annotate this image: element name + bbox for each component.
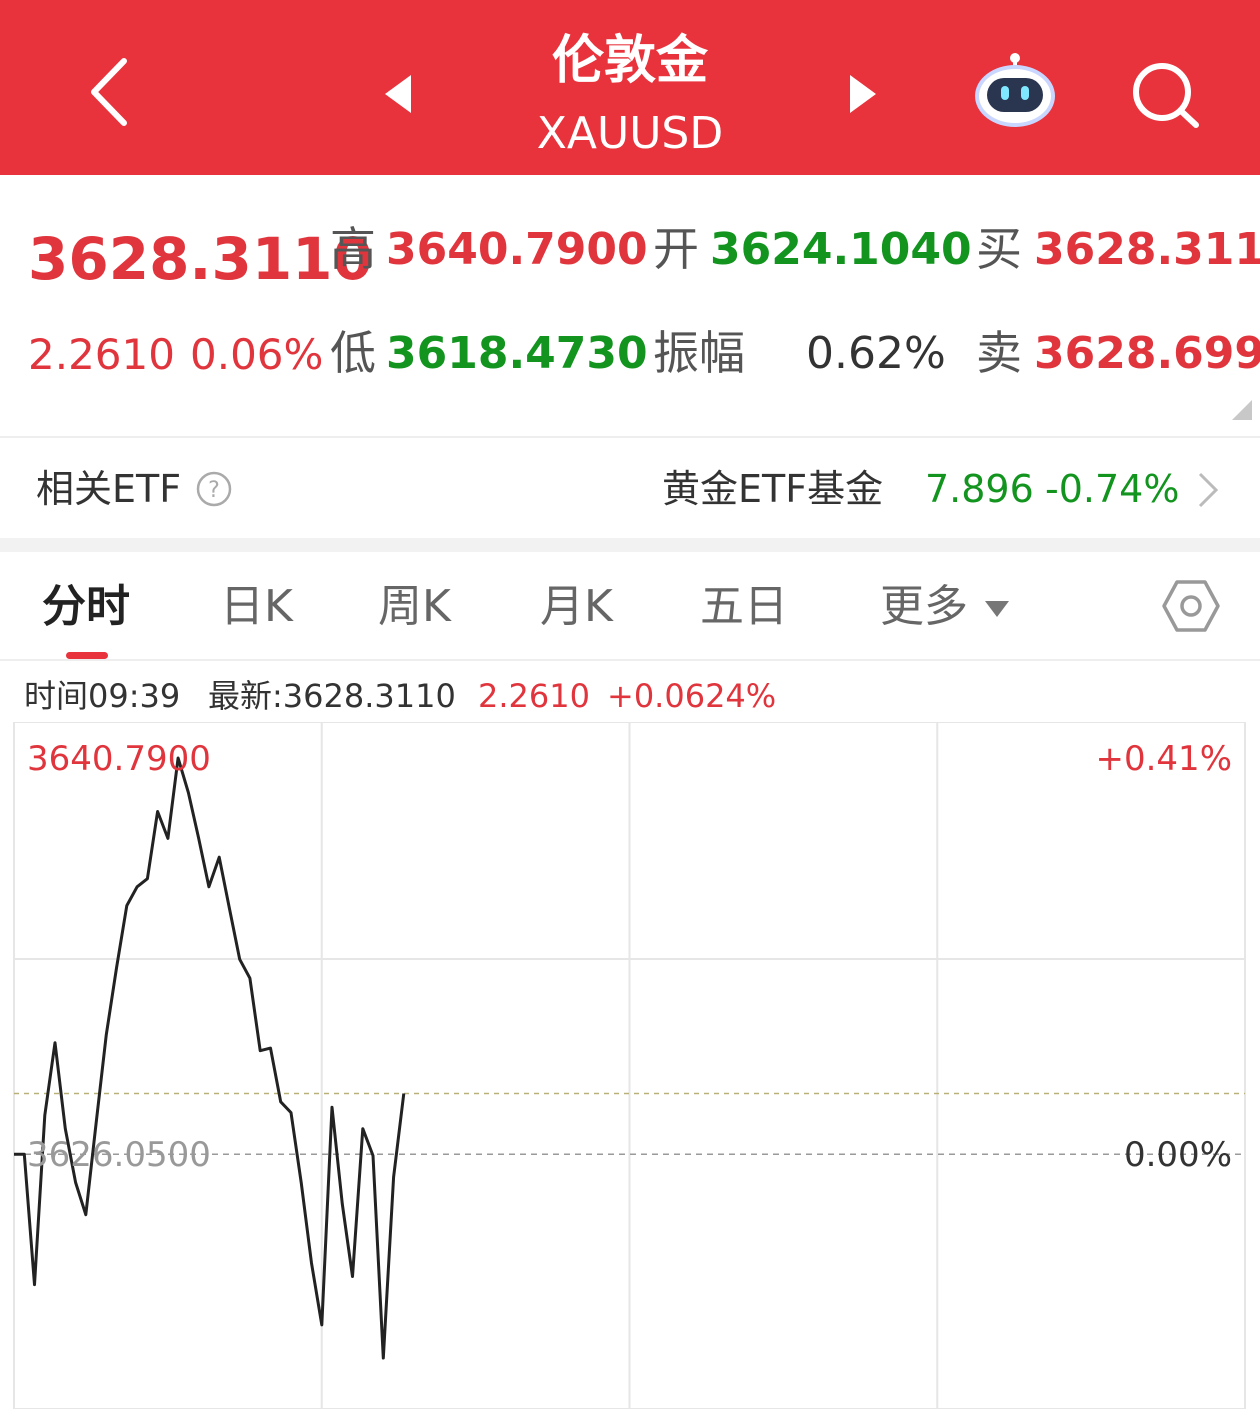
buy-value: 3628.3110	[1034, 224, 1260, 275]
etf-name: 黄金ETF基金	[662, 467, 884, 511]
help-icon[interactable]: ?	[195, 470, 233, 508]
amplitude-value: 0.62%	[806, 328, 946, 379]
page-title: 伦敦金	[551, 31, 708, 91]
info-change: 2.2610	[478, 677, 590, 715]
current-price: 3628.3110	[28, 225, 373, 293]
caret-down-icon	[985, 601, 1009, 617]
amplitude-label: 振幅	[653, 326, 745, 380]
top-bar: 伦敦金 XAUUSD	[0, 0, 1260, 175]
sell-label: 卖	[976, 326, 1022, 380]
related-etf-row[interactable]: 相关ETF ? 黄金ETF基金 7.896 -0.74%	[0, 438, 1260, 538]
high-label: 高	[330, 222, 376, 276]
high-value: 3640.7900	[386, 224, 648, 275]
reference-pct-label: 0.00%	[1124, 1135, 1232, 1175]
section-divider	[0, 538, 1260, 552]
tab-weekly-k[interactable]: 周K	[378, 582, 451, 632]
etf-change-pct: -0.74%	[1045, 467, 1180, 511]
tab-more-label: 更多	[880, 581, 968, 632]
info-latest: 最新:3628.3110	[208, 677, 456, 715]
search-icon[interactable]	[1130, 60, 1202, 130]
reference-price-label: 3626.0500	[27, 1135, 211, 1175]
robot-icon[interactable]	[970, 52, 1060, 132]
max-pct-label: +0.41%	[1096, 739, 1233, 779]
divider	[0, 659, 1260, 661]
tab-monthly-k[interactable]: 月K	[540, 582, 613, 632]
svg-text:?: ?	[208, 478, 220, 503]
tab-five-day[interactable]: 五日	[700, 582, 788, 632]
price-change: 2.2610	[28, 330, 175, 379]
open-label: 开	[653, 222, 699, 276]
intraday-chart[interactable]: 3640.7900 +0.41% 3626.0500 0.00%	[0, 722, 1260, 1409]
tab-active-indicator	[66, 652, 108, 659]
low-value: 3618.4730	[386, 328, 648, 379]
info-change-pct: +0.0624%	[607, 677, 777, 715]
settings-icon[interactable]	[1162, 578, 1220, 634]
next-icon[interactable]	[848, 73, 878, 115]
low-label: 低	[330, 326, 376, 380]
open-value: 3624.1040	[710, 224, 972, 275]
max-price-label: 3640.7900	[27, 739, 211, 779]
buy-label: 买	[976, 222, 1022, 276]
etf-price: 7.896	[925, 467, 1034, 511]
back-icon[interactable]	[84, 55, 134, 129]
price-series-line	[14, 756, 406, 1360]
tab-daily-k[interactable]: 日K	[220, 582, 293, 632]
sell-value: 3628.6990	[1034, 328, 1260, 379]
chevron-right-icon	[1198, 472, 1219, 508]
tab-more[interactable]: 更多	[880, 582, 1010, 632]
page-subtitle: XAUUSD	[536, 108, 724, 159]
chart-grid	[13, 722, 1246, 1409]
related-etf-label: 相关ETF	[36, 467, 182, 511]
tab-intraday[interactable]: 分时	[42, 582, 130, 632]
info-time: 时间09:39	[24, 677, 181, 715]
expand-corner-icon[interactable]	[1232, 400, 1252, 420]
prev-icon[interactable]	[383, 73, 413, 115]
price-change-pct: 0.06%	[190, 330, 324, 379]
